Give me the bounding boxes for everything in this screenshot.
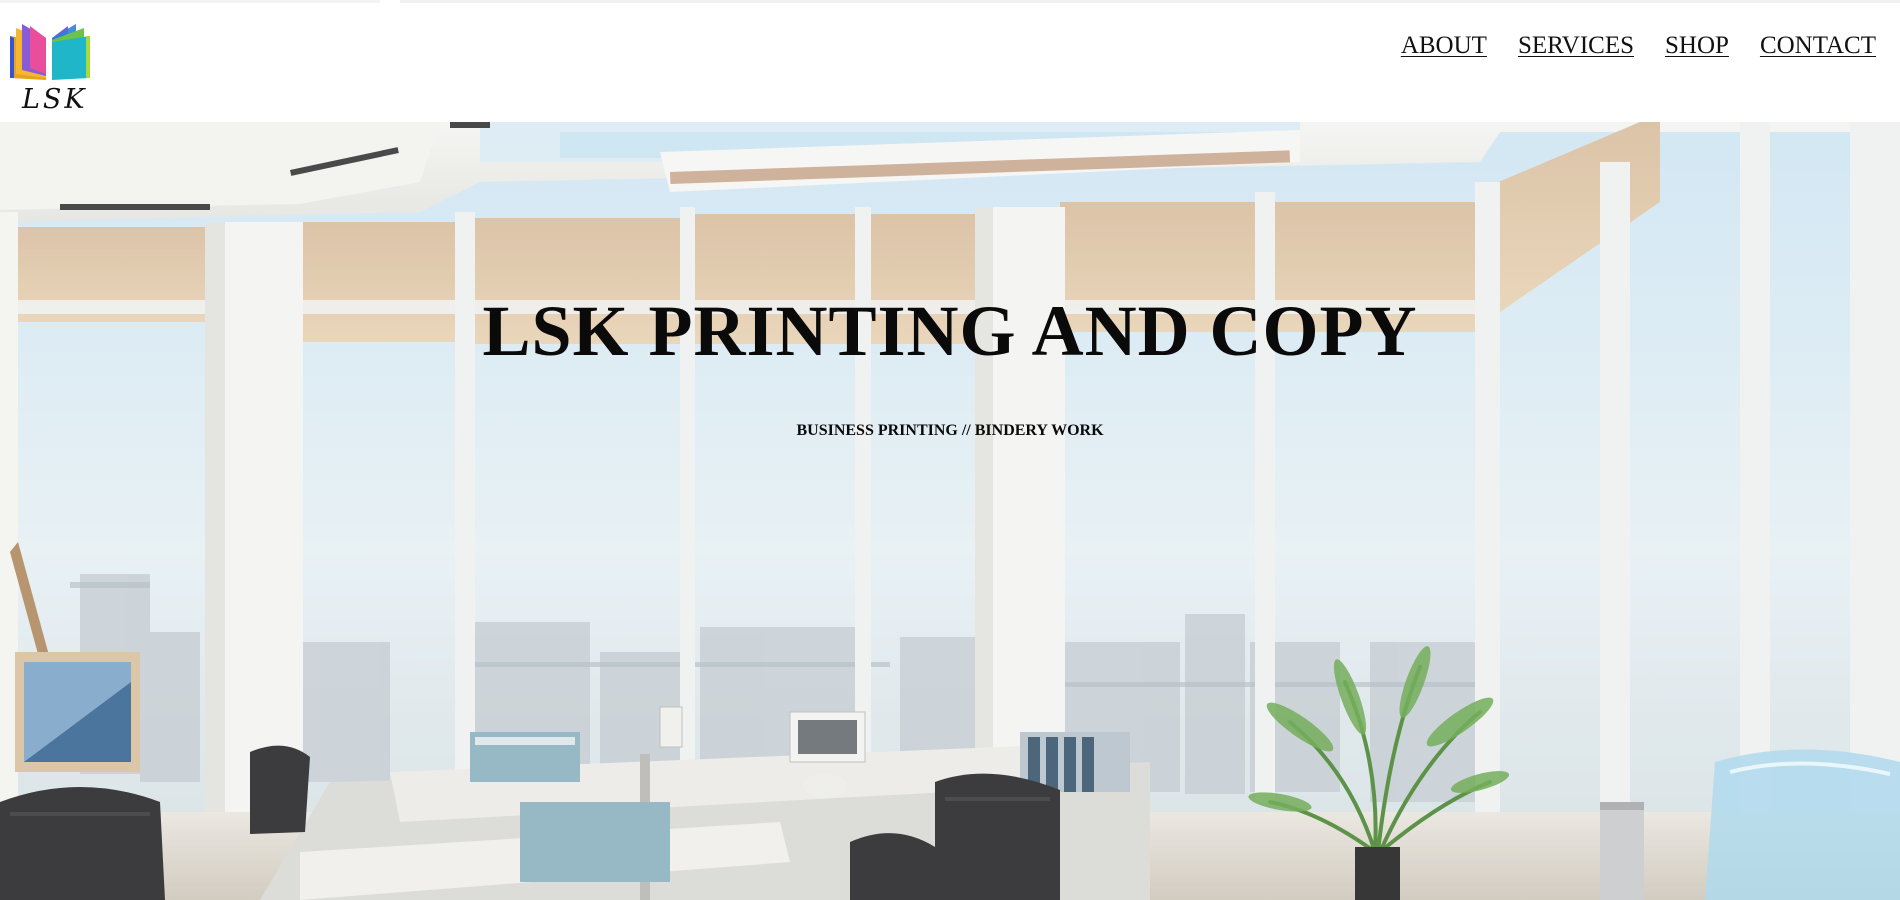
hero-title: LSK PRINTING AND COPY	[482, 291, 1418, 371]
site-logo[interactable]: LSK	[8, 22, 92, 117]
hero-banner: LSK PRINTING AND COPY BUSINESS PRINTING …	[0, 122, 1900, 900]
nav-link-shop[interactable]: SHOP	[1665, 32, 1729, 60]
main-nav: ABOUT SERVICES SHOP CONTACT	[1401, 32, 1876, 60]
header-top-line	[0, 0, 1900, 3]
logo-text: LSK	[22, 84, 88, 115]
hero-subtitle: BUSINESS PRINTING // BINDERY WORK	[796, 422, 1104, 439]
nav-link-contact[interactable]: CONTACT	[1760, 32, 1876, 60]
nav-link-services[interactable]: SERVICES	[1518, 32, 1634, 60]
book-logo-icon	[10, 24, 90, 80]
nav-link-about[interactable]: ABOUT	[1401, 32, 1487, 60]
site-header: LSK ABOUT SERVICES SHOP CONTACT	[0, 0, 1900, 122]
office-background-image	[0, 122, 1900, 900]
